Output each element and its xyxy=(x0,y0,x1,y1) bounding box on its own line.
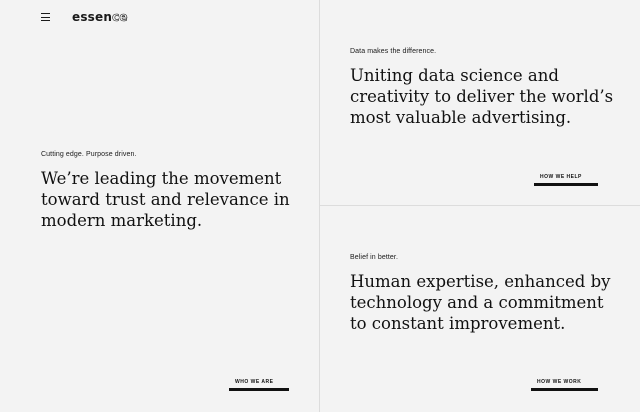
headline-line: Human expertise, enhanced by xyxy=(350,272,611,291)
headline-line: Uniting data science and xyxy=(350,66,559,85)
headline-line: technology and a commitment xyxy=(350,293,604,312)
bottom-right-headline: Human expertise, enhanced by technology … xyxy=(350,271,610,334)
essence-logo[interactable]: essence xyxy=(72,10,128,25)
cta-underline xyxy=(531,388,598,391)
cta-underline xyxy=(229,388,289,391)
bottom-right-eyebrow: Belief in better. xyxy=(350,254,399,261)
logo-text-solid: essen xyxy=(72,10,113,24)
cta-label: HOW WE HELP xyxy=(540,174,582,180)
headline-line: We’re leading the movement xyxy=(41,169,282,188)
headline-line: to constant improvement. xyxy=(350,314,566,333)
top-right-eyebrow: Data makes the difference. xyxy=(350,48,437,55)
how-we-work-link[interactable]: HOW WE WORK xyxy=(531,379,598,391)
left-panel-headline: We’re leading the movement toward trust … xyxy=(41,168,290,231)
left-panel-eyebrow: Cutting edge. Purpose driven. xyxy=(41,151,137,158)
top-right-headline: Uniting data science and creativity to d… xyxy=(350,65,613,128)
headline-line: modern marketing. xyxy=(41,211,203,230)
headline-line: toward trust and relevance in xyxy=(41,190,290,209)
cta-label: HOW WE WORK xyxy=(537,379,582,385)
panel-divider-horizontal xyxy=(320,205,640,206)
cta-underline xyxy=(534,183,598,186)
cta-label: WHO WE ARE xyxy=(235,379,274,385)
headline-line: most valuable advertising. xyxy=(350,108,572,127)
who-we-are-link[interactable]: WHO WE ARE xyxy=(229,379,289,391)
panel-divider-vertical xyxy=(319,0,320,412)
logo-text-outline: ce xyxy=(112,10,128,25)
hamburger-menu-icon[interactable] xyxy=(41,13,50,21)
headline-line: creativity to deliver the world’s xyxy=(350,87,614,106)
how-we-help-link[interactable]: HOW WE HELP xyxy=(534,174,598,186)
